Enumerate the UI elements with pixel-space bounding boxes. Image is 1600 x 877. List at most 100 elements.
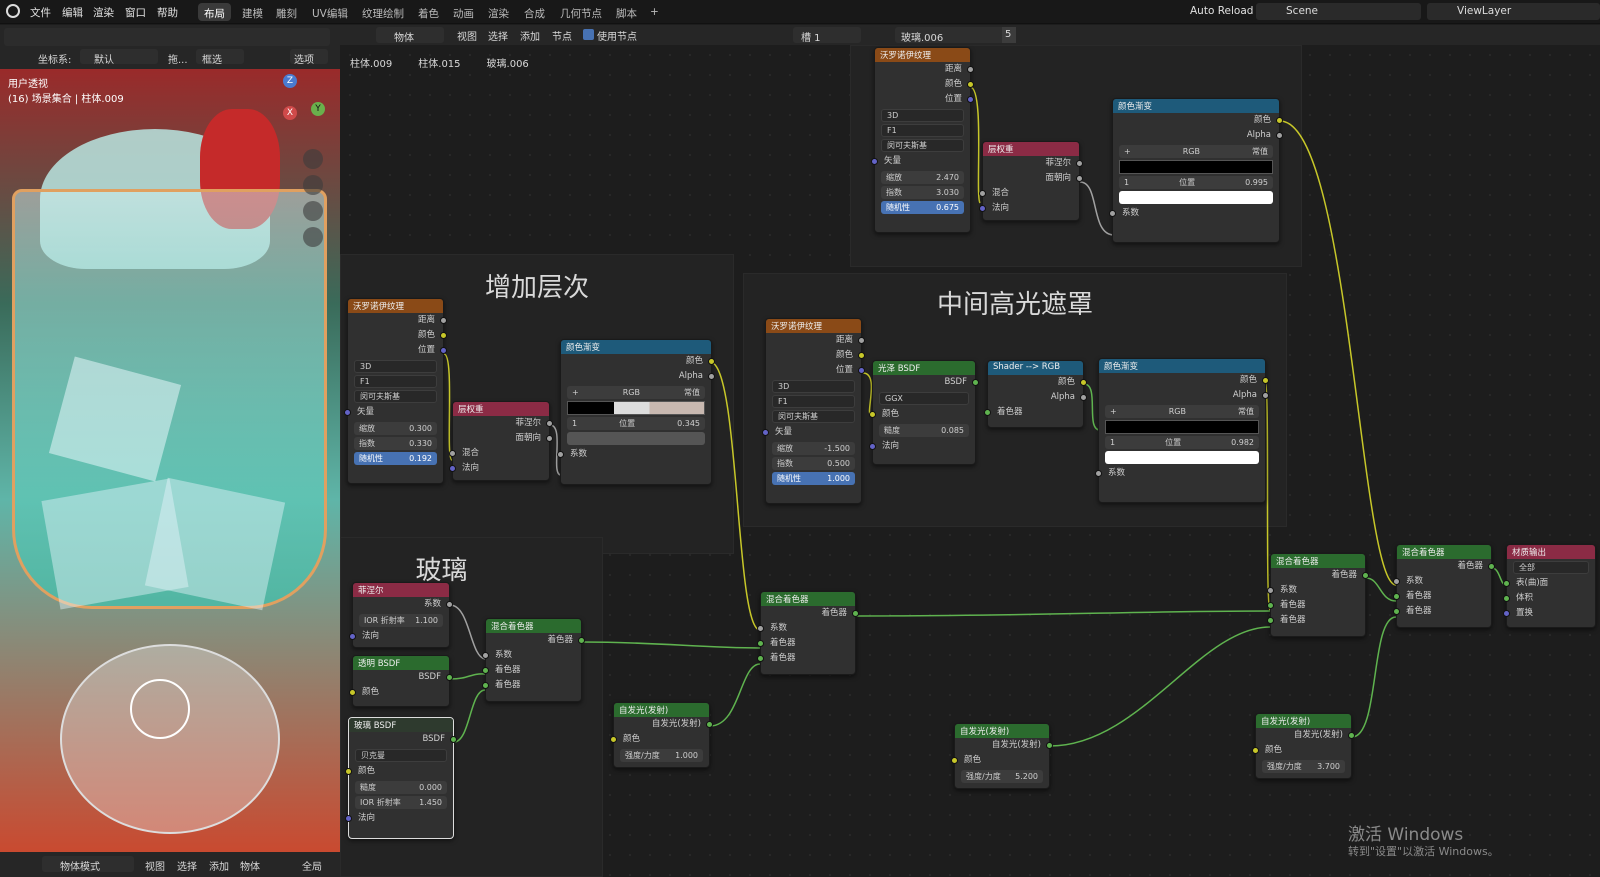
socket-alpha[interactable]: Alpha — [1099, 388, 1269, 403]
socket-dot-icon[interactable] — [979, 190, 986, 197]
socket-shader-a[interactable]: 着色器 — [1267, 598, 1365, 613]
socket-color[interactable]: 颜色 — [988, 375, 1087, 390]
menu-node[interactable]: 节点 — [552, 28, 572, 43]
socket-facing[interactable]: 面朝向 — [983, 171, 1083, 186]
ramp-stop-color[interactable] — [1105, 451, 1259, 464]
node-mix-shader[interactable]: 混合着色器 着色器 系数 着色器 着色器 — [482, 618, 585, 702]
socket-dot-icon[interactable] — [757, 625, 764, 632]
scale-field[interactable]: 缩放 -1.500 — [772, 442, 855, 455]
socket-dot-icon[interactable] — [762, 429, 769, 436]
object-type-dropdown[interactable]: 物体 — [376, 27, 444, 44]
node-transparent-bsdf[interactable]: 透明 BSDF BSDF 颜色 — [349, 655, 453, 707]
socket-facing[interactable]: 面朝向 — [453, 431, 553, 446]
camera-icon[interactable] — [303, 201, 323, 221]
socket-bsdf[interactable]: BSDF — [353, 670, 453, 685]
socket-dot-icon[interactable] — [578, 637, 585, 644]
socket-shader[interactable]: 着色器 — [486, 633, 585, 648]
socket-dot-icon[interactable] — [1503, 580, 1510, 587]
select-mode-dropdown[interactable]: 框选 — [196, 49, 244, 66]
workspace-tab-animation[interactable]: 动画 — [447, 3, 480, 21]
dimensions-dropdown[interactable]: 3D — [772, 380, 855, 393]
socket-dot-icon[interactable] — [871, 158, 878, 165]
feature-dropdown[interactable]: F1 — [881, 124, 964, 137]
socket-alpha[interactable]: Alpha — [561, 369, 715, 384]
ior-field[interactable]: IOR 折射率 1.100 — [359, 614, 443, 627]
socket-color[interactable]: 颜色 — [951, 753, 1049, 768]
workspace-tab-shading[interactable]: 着色 — [412, 3, 445, 21]
socket-dot-icon[interactable] — [858, 352, 865, 359]
node-editor[interactable]: 柱体.009 柱体.015 玻璃.006 增加层次 中间高光遮罩 玻璃 沃罗诺伊… — [340, 45, 1600, 877]
socket-blend[interactable]: 混合 — [979, 186, 1079, 201]
socket-dot-icon[interactable] — [449, 465, 456, 472]
socket-alpha[interactable]: Alpha — [988, 390, 1087, 405]
blender-logo-icon[interactable] — [6, 4, 20, 18]
socket-dot-icon[interactable] — [546, 435, 553, 442]
use-nodes-checkbox[interactable] — [583, 29, 594, 40]
socket-emission[interactable]: 自发光(发射) — [955, 738, 1053, 753]
slot-dropdown[interactable]: 槽 1 — [793, 27, 861, 44]
randomness-field[interactable]: 随机性 1.000 — [772, 472, 855, 485]
socket-dot-icon[interactable] — [349, 689, 356, 696]
ramp-stop-color[interactable] — [1119, 191, 1273, 204]
node-material-output[interactable]: 材质输出 全部 表(曲)面 体积 置换 — [1503, 544, 1596, 628]
socket-dot-icon[interactable] — [967, 66, 974, 73]
socket-color[interactable]: 颜色 — [1252, 743, 1351, 758]
socket-dot-icon[interactable] — [1276, 132, 1283, 139]
add-workspace-button[interactable]: + — [644, 3, 665, 21]
socket-color[interactable]: 颜色 — [561, 354, 715, 369]
socket-vector[interactable]: 矢量 — [344, 405, 443, 420]
menu-add[interactable]: 添加 — [520, 28, 540, 43]
socket-dot-icon[interactable] — [482, 682, 489, 689]
socket-fac[interactable]: 系数 — [482, 648, 581, 663]
socket-dot-icon[interactable] — [1393, 578, 1400, 585]
socket-position[interactable]: 位置 — [348, 343, 447, 358]
socket-fac[interactable]: 系数 — [557, 447, 711, 462]
socket-distance[interactable]: 距离 — [348, 313, 447, 328]
scale-field[interactable]: 缩放 0.300 — [354, 422, 437, 435]
workspace-tab-compositing[interactable]: 合成 — [518, 3, 551, 21]
roughness-field[interactable]: 糙度 0.000 — [355, 781, 447, 794]
workspace-tab-sculpt[interactable]: 雕刻 — [270, 3, 303, 21]
metric-dropdown[interactable]: 闵可夫斯基 — [881, 139, 964, 152]
strength-field[interactable]: 强度/力度 1.000 — [620, 749, 703, 762]
transform-orientation[interactable]: 全局 — [302, 858, 322, 873]
socket-dot-icon[interactable] — [446, 674, 453, 681]
socket-dot-icon[interactable] — [967, 81, 974, 88]
socket-fac[interactable]: 系数 — [757, 621, 855, 636]
workspace-tab-texture-paint[interactable]: 纹理绘制 — [356, 3, 410, 21]
socket-fresnel[interactable]: 菲涅尔 — [453, 416, 553, 431]
drag-label[interactable]: 拖... — [168, 51, 188, 66]
socket-position[interactable]: 位置 — [766, 363, 865, 378]
node-emission[interactable]: 自发光(发射) 自发光(发射) 颜色 强度/力度 3.700 — [1252, 713, 1355, 779]
ramp-stop-position[interactable]: 1 位置 0.345 — [567, 417, 705, 430]
menu-add[interactable]: 添加 — [209, 858, 229, 873]
socket-dot-icon[interactable] — [1076, 160, 1083, 167]
material-users-count[interactable]: 5 — [1002, 27, 1016, 43]
menu-view[interactable]: 视图 — [457, 28, 477, 43]
coord-system-dropdown[interactable]: 默认 — [80, 49, 158, 66]
socket-shader-b[interactable]: 着色器 — [1267, 613, 1365, 628]
socket-normal[interactable]: 法向 — [979, 201, 1079, 216]
node-shader-to-rgb[interactable]: Shader --> RGB 颜色 Alpha 着色器 — [984, 360, 1087, 428]
object-origin-gizmo[interactable] — [130, 679, 190, 739]
axis-x-icon[interactable]: X — [283, 106, 297, 120]
socket-blend[interactable]: 混合 — [449, 446, 549, 461]
ior-field[interactable]: IOR 折射率 1.450 — [355, 796, 447, 809]
socket-dot-icon[interactable] — [610, 736, 617, 743]
socket-vector[interactable]: 矢量 — [871, 154, 970, 169]
socket-bsdf[interactable]: BSDF — [349, 732, 457, 747]
socket-shader-b[interactable]: 着色器 — [482, 678, 581, 693]
socket-dot-icon[interactable] — [1080, 379, 1087, 386]
socket-dot-icon[interactable] — [482, 652, 489, 659]
breadcrumb-object[interactable]: 柱体.009 — [350, 55, 392, 70]
socket-dot-icon[interactable] — [1262, 392, 1269, 399]
node-voronoi-texture[interactable]: 沃罗诺伊纹理 距离 颜色 位置 3D F1 闵可夫斯基 矢量 缩放 2.470 指… — [871, 47, 974, 233]
node-fresnel[interactable]: 菲涅尔 系数 IOR 折射率 1.100 法向 — [349, 582, 453, 648]
workspace-tab-uv[interactable]: UV编辑 — [306, 3, 354, 21]
socket-color[interactable]: 颜色 — [1099, 373, 1269, 388]
socket-fac[interactable]: 系数 — [1109, 206, 1279, 221]
socket-shader-b[interactable]: 着色器 — [757, 651, 855, 666]
socket-dot-icon[interactable] — [449, 450, 456, 457]
socket-dot-icon[interactable] — [1252, 747, 1259, 754]
node-mix-shader[interactable]: 混合着色器 着色器 系数 着色器 着色器 — [1393, 544, 1495, 628]
